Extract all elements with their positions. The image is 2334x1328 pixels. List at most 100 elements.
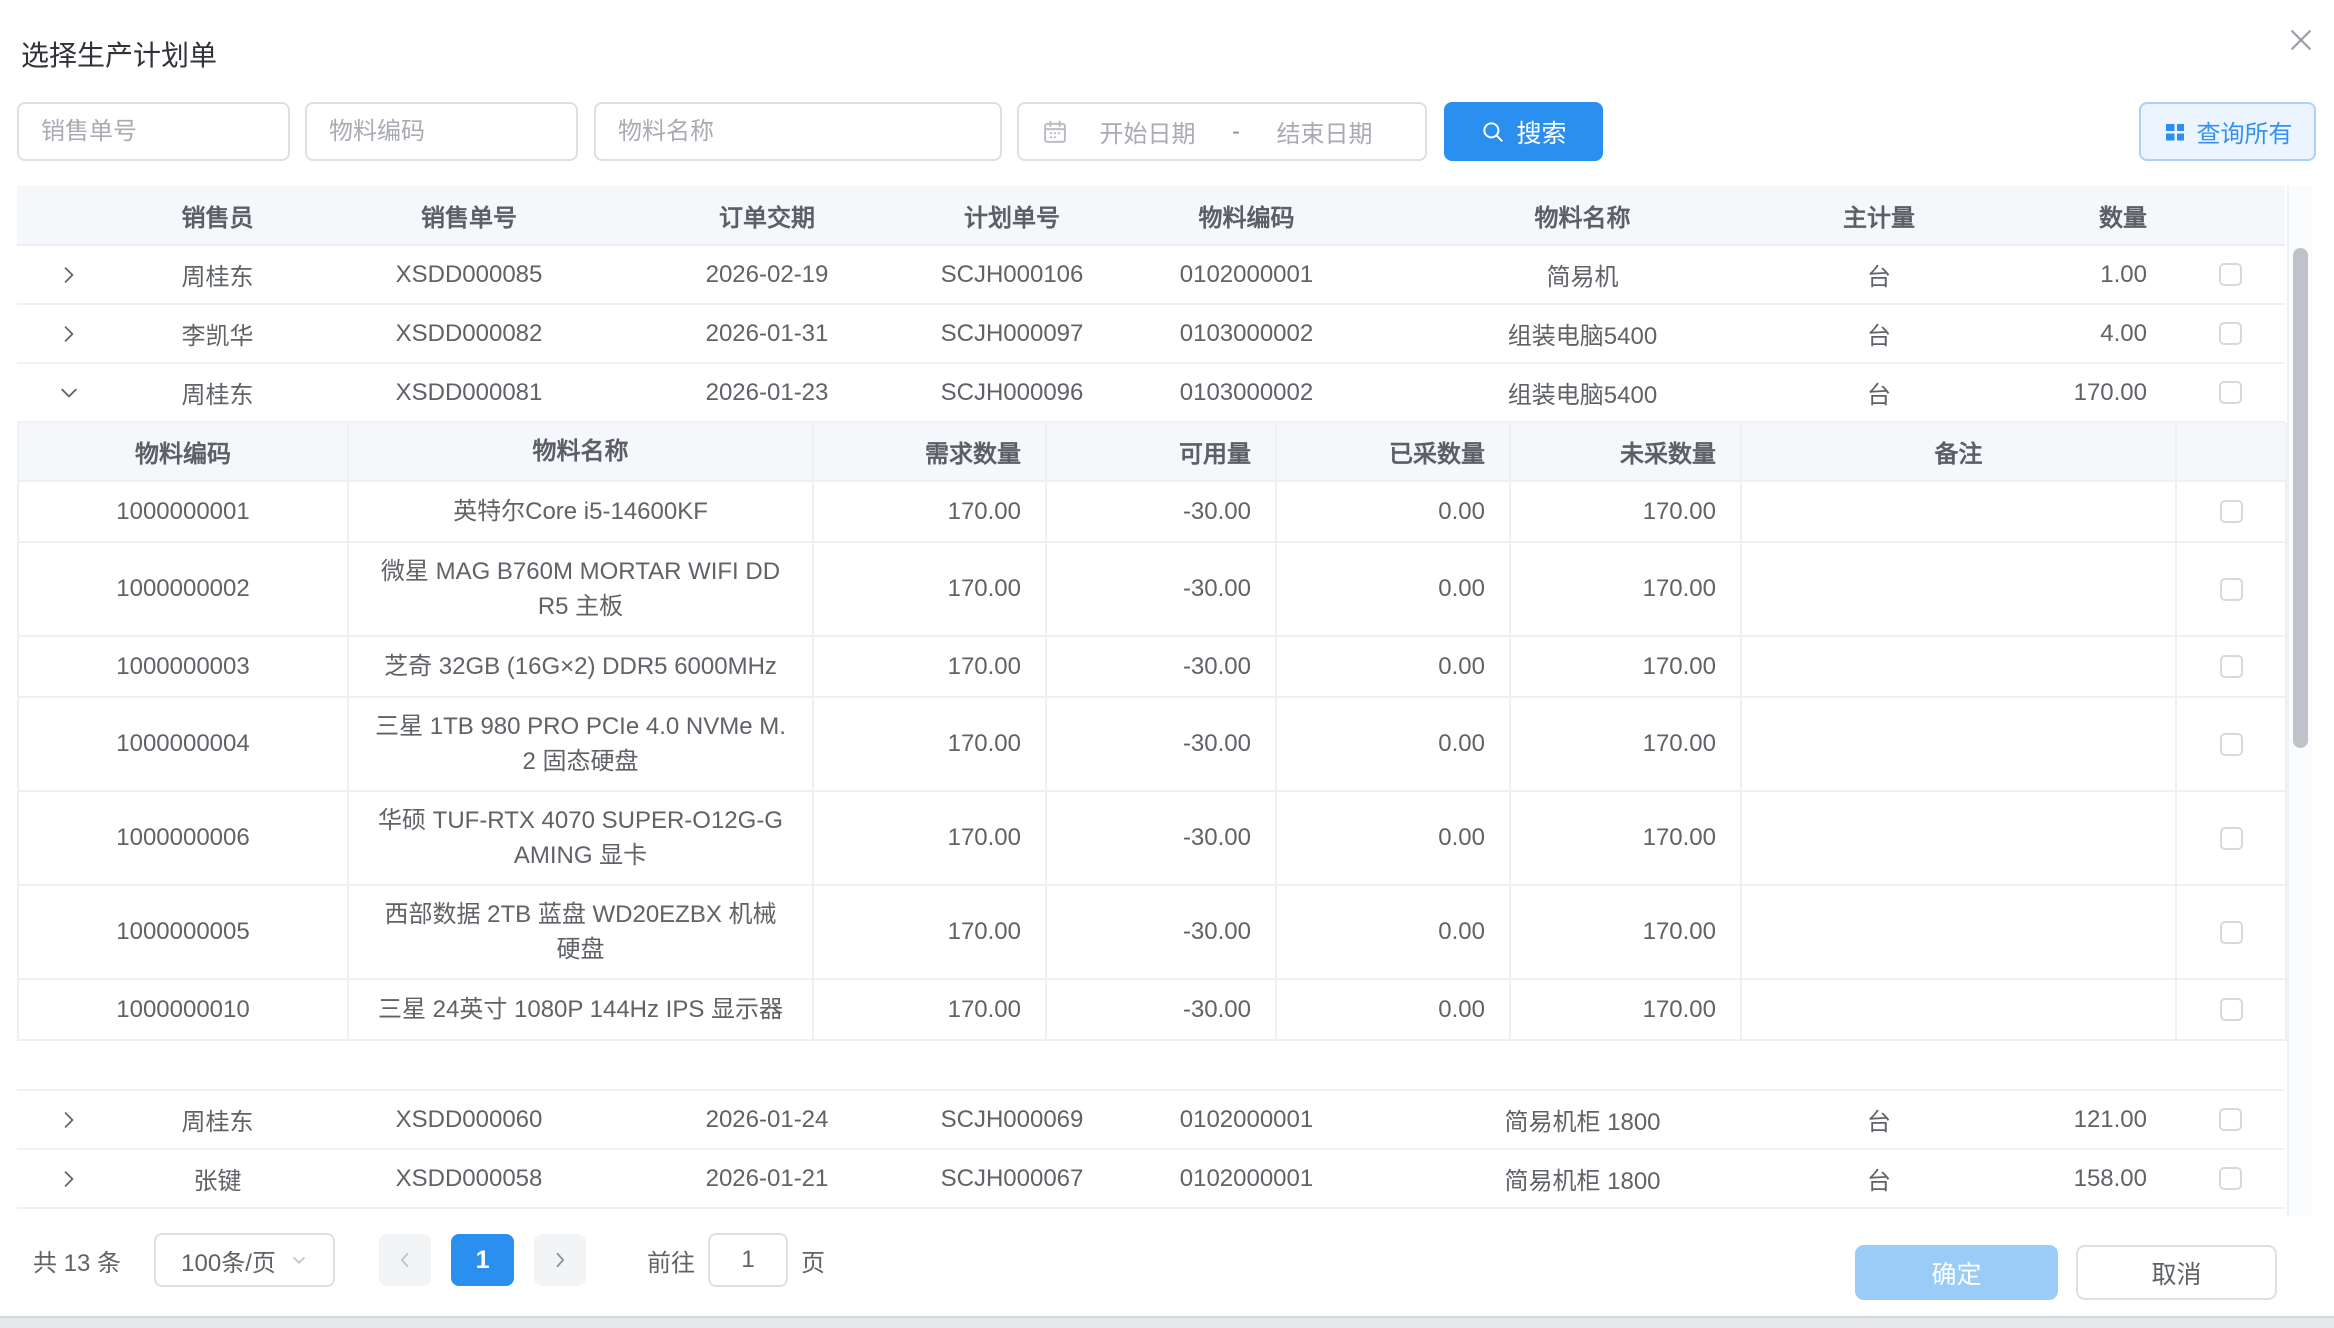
material-checkbox[interactable] — [2220, 827, 2243, 850]
subtable-checkbox-cell — [2177, 980, 2287, 1041]
cell-purchased_qty: 0.00 — [1277, 543, 1511, 637]
cell-salesperson: 张键 — [120, 1150, 315, 1207]
next-page-button[interactable] — [534, 1234, 586, 1286]
material-row[interactable]: 1000000001英特尔Core i5-14600KF170.00-30.00… — [19, 482, 2285, 543]
cell-plan_no: SCJH000067 — [911, 1150, 1113, 1207]
subtable-column-header: 未采数量 — [1511, 423, 1742, 482]
goto-label: 前往 — [647, 1243, 695, 1278]
subtable-column-header: 需求数量 — [814, 423, 1047, 482]
row-checkbox[interactable] — [2219, 381, 2242, 404]
page-number-1[interactable]: 1 — [451, 1234, 514, 1286]
cell-unpurchased_qty: 170.00 — [1511, 792, 1742, 886]
plan-row[interactable]: 张键XSDD0000582026-01-21SCJH00006701020000… — [17, 1150, 2285, 1209]
material-code-input[interactable] — [305, 102, 578, 161]
material-row[interactable]: 1000000004三星 1TB 980 PRO PCIe 4.0 NVMe M… — [19, 698, 2285, 792]
cell-plan_no: SCJH000097 — [911, 305, 1113, 362]
cell-material_code: 0103000002 — [1113, 364, 1380, 421]
cell-material_name: 西部数据 2TB 蓝盘 WD20EZBX 机械硬盘 — [349, 886, 814, 980]
cell-sales_order: XSDD000060 — [315, 1091, 623, 1148]
cell-purchased_qty: 0.00 — [1277, 980, 1511, 1041]
expand-row-icon[interactable] — [51, 316, 87, 352]
material-row[interactable]: 1000000005西部数据 2TB 蓝盘 WD20EZBX 机械硬盘170.0… — [19, 886, 2285, 980]
cell-material_code: 0103000002 — [1113, 305, 1380, 362]
row-checkbox[interactable] — [2219, 263, 2242, 286]
collapse-row-icon[interactable] — [51, 375, 87, 411]
material-name-input[interactable] — [594, 102, 1002, 161]
subtable-column-header: 备注 — [1742, 423, 2177, 482]
row-checkbox[interactable] — [2219, 1167, 2242, 1190]
cell-available_qty: -30.00 — [1047, 543, 1277, 637]
material-row[interactable]: 1000000010三星 24英寸 1080P 144Hz IPS 显示器170… — [19, 980, 2285, 1041]
select-production-plan-dialog: 选择生产计划单 开始日期 - 结束日期 搜索 — [0, 0, 2334, 1318]
cell-material_code: 1000000002 — [19, 543, 349, 637]
expand-row-icon[interactable] — [51, 1161, 87, 1197]
expand-row-icon[interactable] — [51, 257, 87, 293]
expand-cell — [17, 364, 120, 421]
cell-salesperson: 李凯华 — [120, 305, 315, 362]
cell-unit: 台 — [1785, 305, 1973, 362]
row-checkbox[interactable] — [2219, 1108, 2242, 1131]
page-size-select[interactable]: 100条/页 — [154, 1233, 335, 1287]
table-header-row: 销售员销售单号订单交期计划单号物料编码物料名称主计量数量 — [17, 186, 2285, 246]
cell-required_qty: 170.00 — [814, 980, 1047, 1041]
prev-page-button[interactable] — [379, 1234, 431, 1286]
cell-required_qty: 170.00 — [814, 698, 1047, 792]
material-checkbox[interactable] — [2220, 921, 2243, 944]
cell-sales_order: XSDD000081 — [315, 364, 623, 421]
subtable-checkbox-cell — [2177, 543, 2287, 637]
material-checkbox[interactable] — [2220, 998, 2243, 1021]
search-button[interactable]: 搜索 — [1444, 102, 1603, 161]
material-row[interactable]: 1000000006华硕 TUF-RTX 4070 SUPER-O12G-GAM… — [19, 792, 2285, 886]
cell-material_name: 简易机柜 1800 — [1380, 1150, 1785, 1207]
cancel-button[interactable]: 取消 — [2076, 1245, 2277, 1300]
query-all-button[interactable]: 查询所有 — [2139, 102, 2316, 161]
cell-material_code: 1000000010 — [19, 980, 349, 1041]
column-header: 数量 — [1973, 186, 2175, 244]
cell-unpurchased_qty: 170.00 — [1511, 543, 1742, 637]
column-header: 销售单号 — [315, 186, 623, 244]
plan-row[interactable]: 李凯华XSDD0000822026-01-31SCJH0000970103000… — [17, 305, 2285, 364]
material-checkbox[interactable] — [2220, 655, 2243, 678]
material-checkbox[interactable] — [2220, 578, 2243, 601]
material-row[interactable]: 1000000002微星 MAG B760M MORTAR WIFI DDR5 … — [19, 543, 2285, 637]
material-checkbox[interactable] — [2220, 500, 2243, 523]
expanded-row-gap — [17, 1041, 2285, 1089]
cell-delivery_date: 2026-01-21 — [623, 1150, 911, 1207]
date-range-picker[interactable]: 开始日期 - 结束日期 — [1017, 102, 1427, 161]
confirm-button[interactable]: 确定 — [1855, 1245, 2058, 1300]
scrollbar-thumb[interactable] — [2293, 248, 2308, 748]
expand-row-icon[interactable] — [51, 1102, 87, 1138]
cell-material_code: 0102000001 — [1113, 1150, 1380, 1207]
cell-remark — [1742, 980, 2177, 1041]
subtable-checkbox-cell — [2177, 792, 2287, 886]
cell-sales_order: XSDD000085 — [315, 246, 623, 303]
total-count: 共 13 条 — [33, 1243, 121, 1278]
close-button[interactable] — [2281, 20, 2321, 60]
sales-order-input[interactable] — [17, 102, 290, 161]
cell-available_qty: -30.00 — [1047, 980, 1277, 1041]
vertical-scrollbar[interactable] — [2287, 186, 2312, 1216]
cell-plan_no: SCJH000106 — [911, 246, 1113, 303]
close-icon — [2286, 25, 2316, 55]
cell-qty: 170.00 — [1973, 364, 2175, 421]
cell-remark — [1742, 543, 2177, 637]
cell-purchased_qty: 0.00 — [1277, 886, 1511, 980]
cell-material_name: 英特尔Core i5-14600KF — [349, 482, 814, 543]
cell-plan_no: SCJH000069 — [911, 1091, 1113, 1148]
checkbox-column-header — [2175, 186, 2285, 244]
chevron-left-icon — [395, 1250, 415, 1270]
cell-purchased_qty: 0.00 — [1277, 482, 1511, 543]
start-date-placeholder: 开始日期 — [1069, 114, 1226, 149]
plan-row[interactable]: 周桂东XSDD0000812026-01-23SCJH0000960103000… — [17, 364, 2285, 423]
cell-material_code: 1000000005 — [19, 886, 349, 980]
page-size-label: 100条/页 — [181, 1243, 276, 1278]
plan-row[interactable]: 周桂东XSDD0000602026-01-24SCJH0000690102000… — [17, 1089, 2285, 1150]
goto-page-input[interactable] — [708, 1233, 788, 1287]
row-checkbox[interactable] — [2219, 322, 2242, 345]
cell-required_qty: 170.00 — [814, 792, 1047, 886]
cell-plan_no: SCJH000096 — [911, 364, 1113, 421]
material-row[interactable]: 1000000003芝奇 32GB (16G×2) DDR5 6000MHz17… — [19, 637, 2285, 698]
material-checkbox[interactable] — [2220, 733, 2243, 756]
plan-row[interactable]: 周桂东XSDD0000852026-02-19SCJH0001060102000… — [17, 246, 2285, 305]
subtable-checkbox-cell — [2177, 698, 2287, 792]
